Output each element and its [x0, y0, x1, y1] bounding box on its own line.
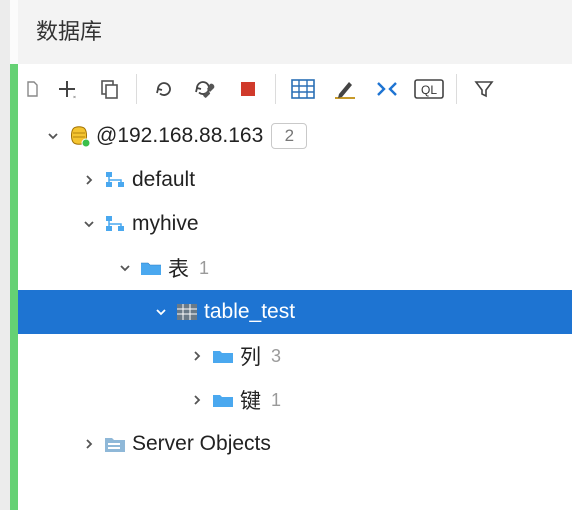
schema-label: myhive [130, 212, 199, 236]
stop-icon [238, 79, 258, 99]
toolbar: QL [18, 64, 572, 115]
item-count: 1 [271, 390, 281, 411]
expand-arrow-icon[interactable] [114, 262, 136, 274]
folder-icon [208, 347, 238, 365]
toolbar-edge-icon[interactable] [24, 70, 44, 108]
folder-label: Server Objects [130, 432, 271, 456]
refresh-button[interactable] [145, 70, 183, 108]
connection-node[interactable]: @192.168.88.163 2 [18, 114, 572, 158]
refresh-wrench-icon [193, 78, 219, 100]
schema-icon [100, 214, 130, 234]
server-objects-icon [100, 434, 130, 454]
plus-icon [56, 78, 78, 100]
hive-connection-icon [64, 125, 94, 147]
funnel-icon [474, 79, 494, 99]
expand-arrow-icon[interactable] [42, 130, 64, 142]
expand-arrow-icon[interactable] [150, 306, 172, 318]
copy-icon [98, 78, 120, 100]
duplicate-button[interactable] [90, 70, 128, 108]
collapse-button[interactable] [368, 70, 406, 108]
toolbar-separator [456, 74, 457, 104]
keys-folder-node[interactable]: 键 1 [18, 378, 572, 422]
expand-arrow-icon[interactable] [78, 438, 100, 450]
app-frame: 数据库 [0, 0, 572, 510]
item-count: 3 [271, 346, 281, 367]
tab-bar: 数据库 [18, 0, 572, 65]
tab-label: 数据库 [36, 19, 102, 44]
add-button[interactable] [48, 70, 86, 108]
sql-icon: QL [414, 78, 444, 100]
expand-arrow-icon[interactable] [186, 394, 208, 406]
grid-icon [291, 79, 315, 99]
expand-arrow-icon[interactable] [186, 350, 208, 362]
folder-icon [136, 259, 166, 277]
table-icon [172, 303, 202, 321]
schema-icon [100, 170, 130, 190]
tables-folder-node[interactable]: 表 1 [18, 246, 572, 290]
expand-arrow-icon[interactable] [78, 218, 100, 230]
svg-text:QL: QL [421, 83, 437, 97]
left-gutter [0, 0, 10, 510]
expand-arrow-icon[interactable] [78, 174, 100, 186]
collapse-icon [374, 79, 400, 99]
folder-label: 表 [166, 253, 189, 283]
toolbar-separator [136, 74, 137, 104]
sql-console-button[interactable]: QL [410, 70, 448, 108]
schema-count-badge: 2 [271, 123, 307, 149]
connection-label: @192.168.88.163 [94, 124, 263, 148]
item-count: 1 [199, 258, 209, 279]
columns-folder-node[interactable]: 列 3 [18, 334, 572, 378]
stop-button[interactable] [229, 70, 267, 108]
database-tree: @192.168.88.163 2 default [18, 114, 572, 510]
schema-node-myhive[interactable]: myhive [18, 202, 572, 246]
data-grid-button[interactable] [284, 70, 322, 108]
table-node-table_test[interactable]: table_test [18, 290, 572, 334]
server-objects-node[interactable]: Server Objects [18, 422, 572, 466]
schema-label: default [130, 168, 195, 192]
folder-label: 列 [238, 341, 261, 371]
tab-database[interactable]: 数据库 [18, 0, 124, 64]
active-panel-accent [10, 64, 18, 510]
configure-connection-button[interactable] [187, 70, 225, 108]
folder-label: 键 [238, 385, 261, 415]
toolbar-separator [275, 74, 276, 104]
schema-node-default[interactable]: default [18, 158, 572, 202]
pencil-icon [333, 78, 357, 100]
refresh-icon [153, 78, 175, 100]
edit-button[interactable] [326, 70, 364, 108]
folder-icon [208, 391, 238, 409]
filter-button[interactable] [465, 70, 503, 108]
table-label: table_test [202, 300, 295, 324]
